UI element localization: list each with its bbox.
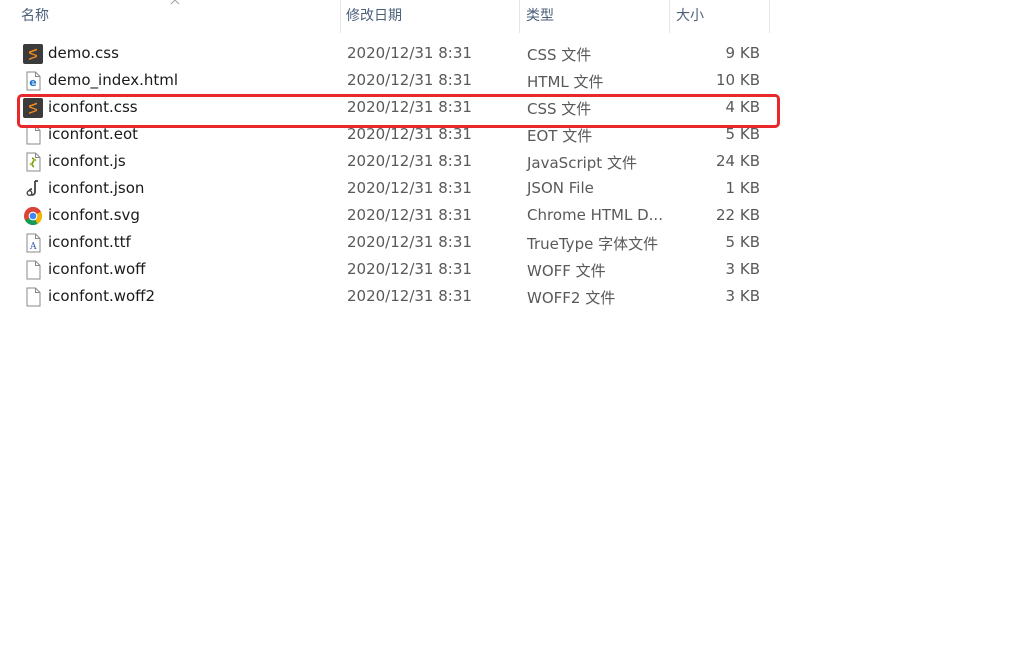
column-header-date[interactable]: 修改日期 (340, 0, 520, 33)
file-type: CSS 文件 (527, 100, 592, 118)
file-type: TrueType 字体文件 (527, 235, 659, 253)
file-name: iconfont.eot (48, 125, 138, 143)
file-name: iconfont.svg (48, 206, 140, 224)
file-name: iconfont.ttf (48, 233, 131, 251)
file-size: 5 KB (725, 125, 760, 143)
file-modified-date: 2020/12/31 8:31 (347, 206, 472, 224)
file-name: iconfont.woff (48, 260, 146, 278)
html-file-icon: e (23, 71, 43, 91)
file-modified-date: 2020/12/31 8:31 (347, 98, 472, 116)
file-modified-date: 2020/12/31 8:31 (347, 233, 472, 251)
file-modified-date: 2020/12/31 8:31 (347, 260, 472, 278)
file-modified-date: 2020/12/31 8:31 (347, 287, 472, 305)
sort-ascending-icon (170, 0, 180, 5)
file-row[interactable]: Aiconfont.ttf 2020/12/31 8:31 TrueType 字体文… (14, 229, 770, 256)
file-size: 3 KB (725, 287, 760, 305)
file-name: demo_index.html (48, 71, 179, 89)
file-type: HTML 文件 (527, 73, 604, 91)
file-size: 3 KB (725, 260, 760, 278)
column-header-size[interactable]: 大小 (670, 0, 770, 33)
file-modified-date: 2020/12/31 8:31 (347, 125, 472, 143)
chrome-icon (23, 206, 43, 226)
file-type: JSON File (527, 179, 594, 197)
blank-file-icon (23, 260, 43, 280)
file-row[interactable]: iconfont.eot 2020/12/31 8:31 EOT 文件 5 KB (14, 121, 770, 148)
file-modified-date: 2020/12/31 8:31 (347, 71, 472, 89)
file-name: demo.css (48, 44, 119, 62)
json-file-icon (23, 179, 43, 199)
file-row[interactable]: iconfont.woff 2020/12/31 8:31 WOFF 文件 3 KB (14, 256, 770, 283)
blank-file-icon (23, 125, 43, 145)
file-name: iconfont.css (48, 98, 138, 116)
file-row[interactable]: iconfont.woff2 2020/12/31 8:31 WOFF2 文件 3 K… (14, 283, 770, 310)
file-size: 22 KB (716, 206, 760, 224)
file-type: WOFF2 文件 (527, 289, 616, 307)
file-name: iconfont.woff2 (48, 287, 156, 305)
file-size: 24 KB (716, 152, 760, 170)
file-type: WOFF 文件 (527, 262, 606, 280)
file-size: 10 KB (716, 71, 760, 89)
file-size: 1 KB (725, 179, 760, 197)
column-separator[interactable] (769, 0, 770, 33)
column-header-type[interactable]: 类型 (520, 0, 670, 33)
file-type: CSS 文件 (527, 46, 592, 64)
file-size: 9 KB (725, 44, 760, 62)
file-row[interactable]: iconfont.json 2020/12/31 8:31 JSON File 1 K… (14, 175, 770, 202)
svg-text:e: e (29, 76, 36, 89)
sublime-css-icon (23, 98, 43, 118)
file-row[interactable]: iconfont.css 2020/12/31 8:31 CSS 文件 4 KB (14, 94, 770, 121)
sublime-css-icon (23, 44, 43, 64)
file-row[interactable]: iconfont.svg 2020/12/31 8:31 Chrome HTML D… (14, 202, 770, 229)
file-size: 4 KB (725, 98, 760, 116)
file-size: 5 KB (725, 233, 760, 251)
file-row[interactable]: demo.css 2020/12/31 8:31 CSS 文件 9 KB (14, 40, 770, 67)
column-header-bar: 名称 修改日期 类型 大小 (0, 0, 1015, 33)
blank-file-icon (23, 287, 43, 307)
truetype-font-icon: A (23, 233, 43, 253)
file-modified-date: 2020/12/31 8:31 (347, 179, 472, 197)
file-name: iconfont.json (48, 179, 145, 197)
file-name: iconfont.js (48, 152, 126, 170)
javascript-file-icon (23, 152, 43, 172)
file-type: Chrome HTML D... (527, 206, 663, 224)
file-type: EOT 文件 (527, 127, 593, 145)
svg-text:A: A (29, 242, 37, 252)
file-type: JavaScript 文件 (527, 154, 637, 172)
file-modified-date: 2020/12/31 8:31 (347, 152, 472, 170)
file-row[interactable]: e demo_index.html 2020/12/31 8:31 HTML 文件 10… (14, 67, 770, 94)
file-row[interactable]: iconfont.js 2020/12/31 8:31 JavaScript 文件 2… (14, 148, 770, 175)
file-modified-date: 2020/12/31 8:31 (347, 44, 472, 62)
